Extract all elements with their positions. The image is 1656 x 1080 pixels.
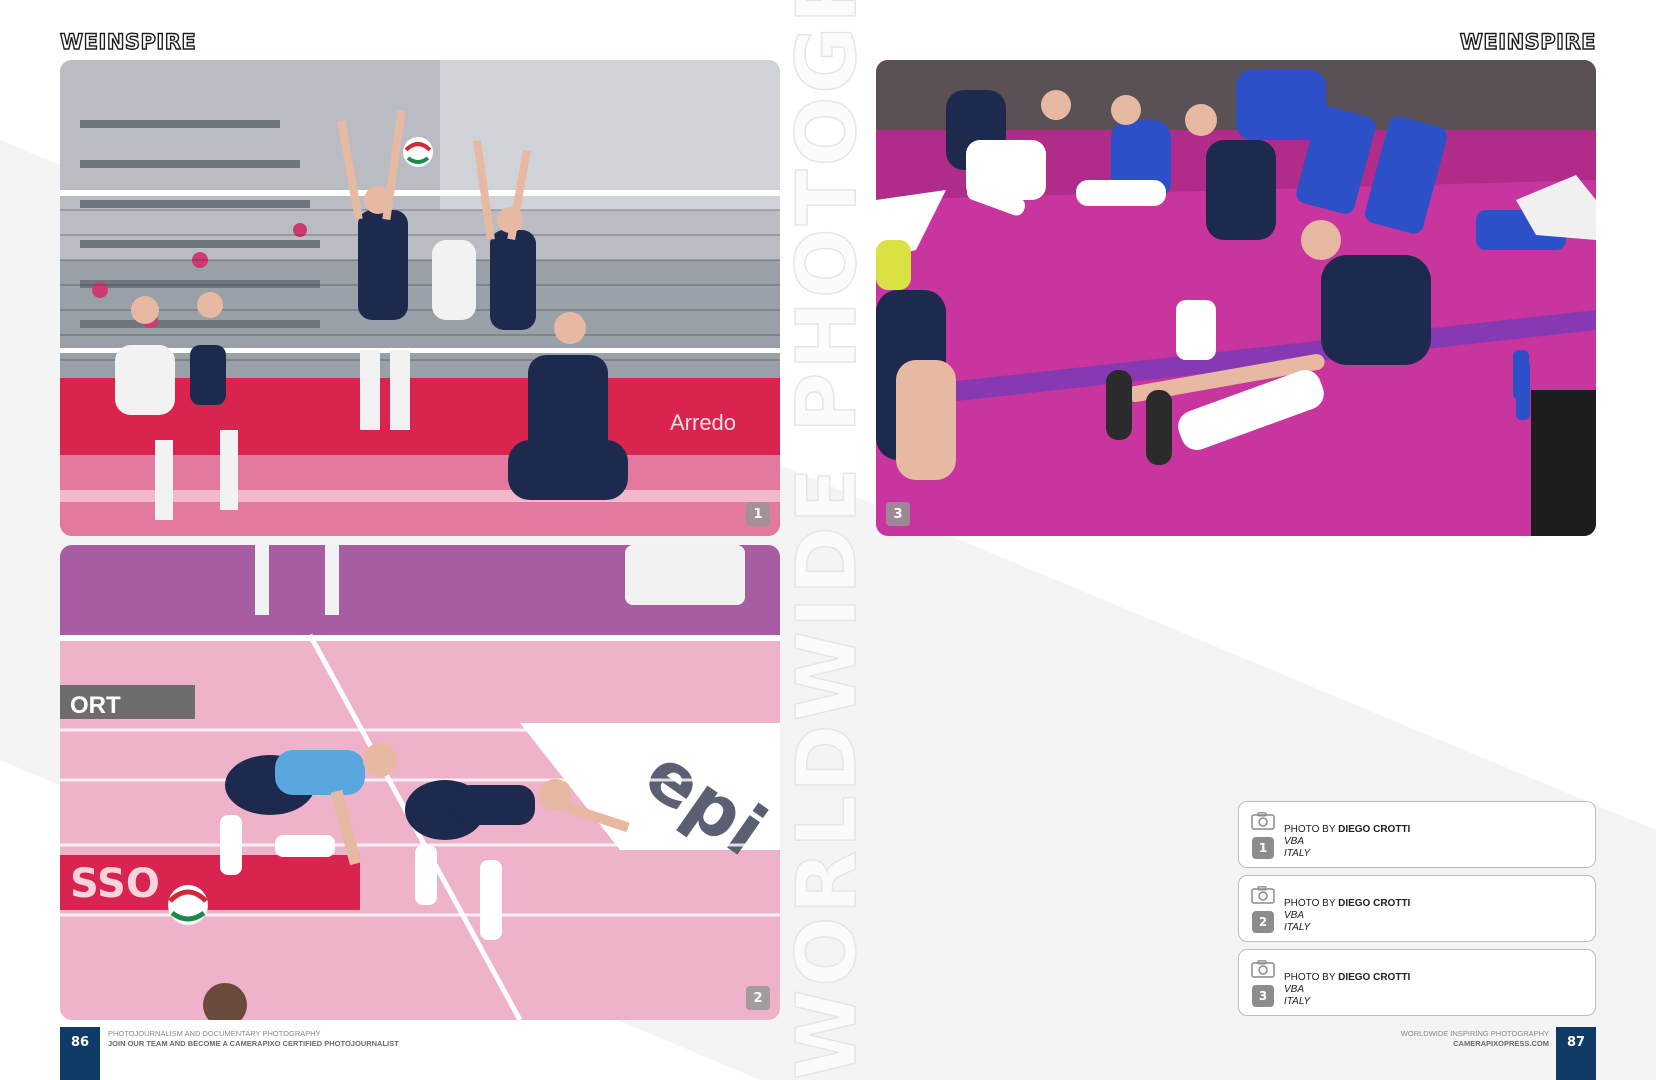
photo-number-badge: 2	[746, 986, 770, 1010]
photo-3[interactable]: 3	[876, 60, 1596, 536]
camera-icon	[1251, 812, 1275, 830]
svg-text:SSO: SSO	[70, 861, 160, 907]
photo-2[interactable]: ORT epi SSO 2	[60, 545, 780, 1020]
photo-number-badge: 1	[746, 502, 770, 526]
logo-text: WEINSPIRE	[59, 29, 197, 54]
credit-country: ITALY	[1284, 996, 1311, 1007]
footer-left: PHOTOJOURNALISM AND DOCUMENTARY PHOTOGRA…	[108, 1029, 399, 1049]
brand-logo-left[interactable]: WEINSPIRE	[59, 29, 197, 54]
players-stretching-image	[876, 60, 1596, 536]
spine-title: WORLDWIDE PHOTOGRAPHY	[779, 0, 876, 1080]
credit-agency: VBA	[1284, 836, 1305, 847]
credit-item-1: 1 PHOTO BY DIEGO CROTTI VBA ITALY	[1238, 801, 1596, 868]
credit-agency: VBA	[1284, 984, 1305, 995]
page-number-right: 87	[1556, 1027, 1596, 1080]
footer-tagline: PHOTOJOURNALISM AND DOCUMENTARY PHOTOGRA…	[108, 1029, 321, 1038]
footer-tagline: WORLDWIDE INSPIRING PHOTOGRAPHY	[1400, 1029, 1549, 1038]
credit-country: ITALY	[1284, 922, 1311, 933]
footer-right: WORLDWIDE INSPIRING PHOTOGRAPHY CAMERAPI…	[1401, 1029, 1549, 1049]
photo-credits: 1 PHOTO BY DIEGO CROTTI VBA ITALY 2 PHOT…	[1238, 801, 1596, 1023]
svg-text:Arredo: Arredo	[670, 410, 736, 435]
footer-website-link[interactable]: CAMERAPIXOPRESS.COM	[1453, 1039, 1549, 1048]
photographer-name: DIEGO CROTTI	[1338, 898, 1411, 909]
credit-country: ITALY	[1284, 848, 1311, 859]
photographer-name: DIEGO CROTTI	[1338, 972, 1411, 983]
players-diving-image: ORT epi SSO	[60, 545, 780, 1020]
credit-item-3: 3 PHOTO BY DIEGO CROTTI VBA ITALY	[1238, 949, 1596, 1016]
credit-prefix: PHOTO BY	[1284, 824, 1336, 835]
credit-number-badge: 3	[1252, 985, 1274, 1007]
credit-agency: VBA	[1284, 910, 1305, 921]
logo-text: WEINSPIRE	[1459, 29, 1596, 54]
svg-text:ORT: ORT	[70, 692, 121, 719]
photo-number-badge: 3	[886, 502, 910, 526]
credit-item-2: 2 PHOTO BY DIEGO CROTTI VBA ITALY	[1238, 875, 1596, 942]
credit-prefix: PHOTO BY	[1284, 898, 1336, 909]
photographer-name: DIEGO CROTTI	[1338, 824, 1411, 835]
credit-number-badge: 1	[1252, 837, 1274, 859]
credit-prefix: PHOTO BY	[1284, 972, 1336, 983]
camera-icon	[1251, 960, 1275, 978]
brand-logo-right[interactable]: WEINSPIRE	[1459, 29, 1596, 54]
footer-cta-link[interactable]: JOIN OUR TEAM AND BECOME A CAMERAPIXO CE…	[108, 1039, 399, 1048]
credit-number-badge: 2	[1252, 911, 1274, 933]
camera-icon	[1251, 886, 1275, 904]
photo-1[interactable]: Arredo 1	[60, 60, 780, 536]
volleyball-block-image: Arredo	[60, 60, 780, 536]
page-number-left: 86	[60, 1027, 100, 1080]
